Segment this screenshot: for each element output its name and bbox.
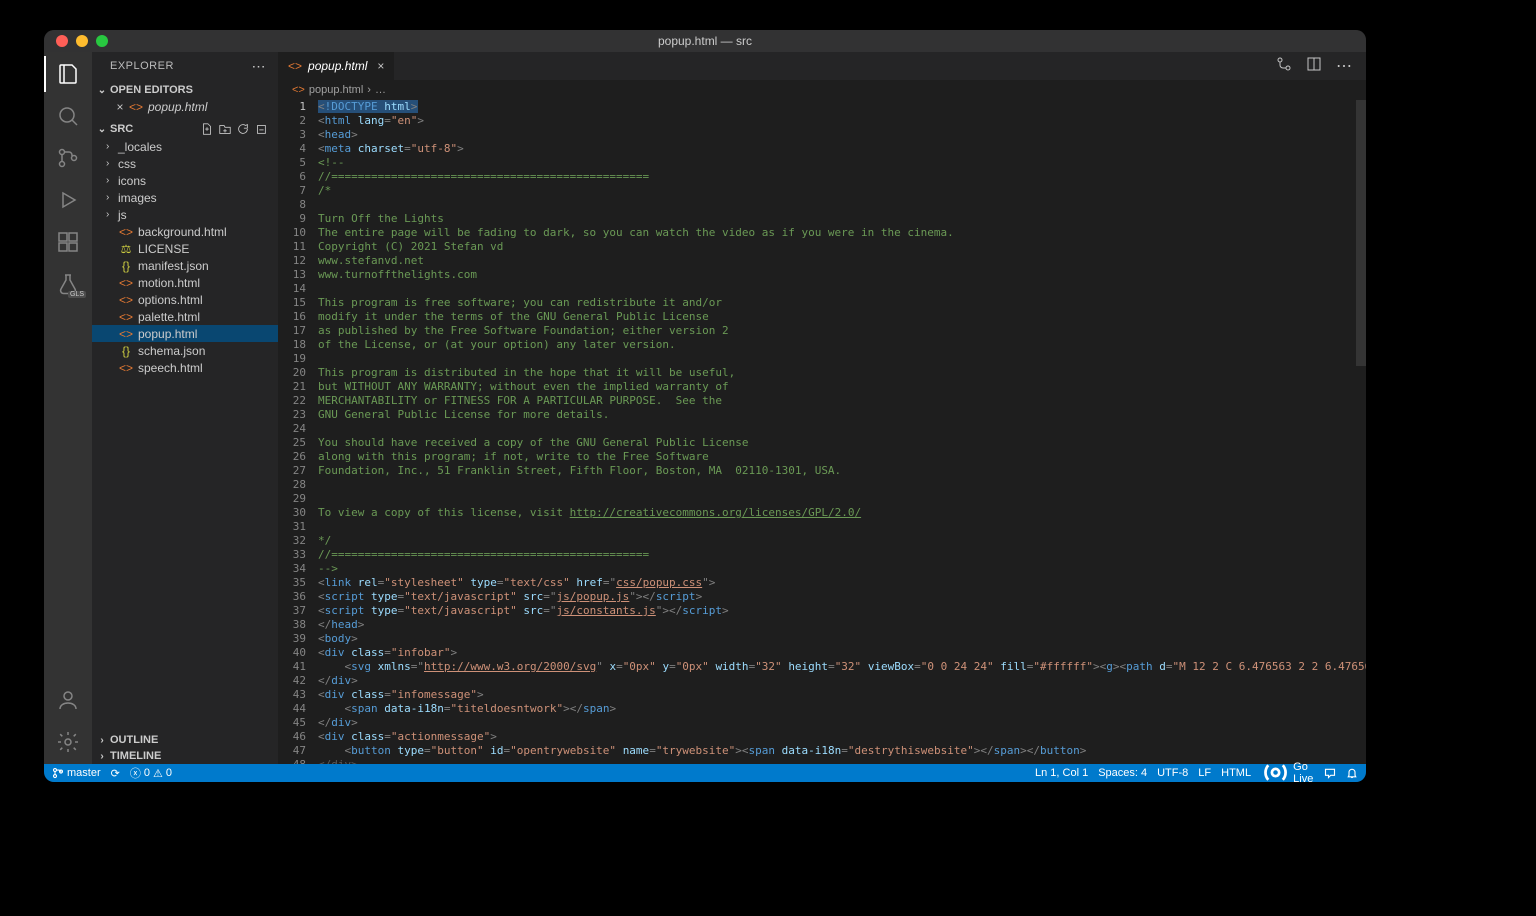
editor-area: <> popup.html × ⋯ <> popup.html › … 1234…: [278, 52, 1366, 764]
status-bar: master ⟳ ⓧ 0 ⚠ 0 Ln 1, Col 1 Spaces: 4 U…: [44, 764, 1366, 782]
bell-icon[interactable]: [1346, 767, 1358, 779]
html-file-icon: <>: [292, 84, 305, 96]
chevron-down-icon: ⌄: [96, 85, 108, 96]
close-editor-icon[interactable]: ×: [112, 100, 128, 114]
json-file-icon: {}: [118, 344, 134, 358]
tab-label: popup.html: [308, 59, 367, 73]
titlebar[interactable]: popup.html — src: [44, 30, 1366, 52]
source-control-icon[interactable]: [56, 146, 80, 170]
run-debug-icon[interactable]: [56, 188, 80, 212]
code-editor[interactable]: 1234567891011121314151617181920212223242…: [278, 100, 1366, 764]
folder-item[interactable]: ›_locales: [92, 138, 278, 155]
gitlens-icon[interactable]: [56, 310, 80, 334]
file-item[interactable]: ⚖LICENSE: [92, 240, 278, 257]
open-editors-section: ⌄ OPEN EDITORS × <> popup.html: [92, 80, 278, 118]
file-item[interactable]: <>motion.html: [92, 274, 278, 291]
explorer-more-icon[interactable]: ⋯: [252, 58, 267, 75]
refresh-icon[interactable]: [236, 122, 250, 136]
traffic-lights: [44, 35, 108, 47]
chevron-down-icon: ⌄: [96, 124, 108, 135]
close-window-icon[interactable]: [56, 35, 68, 47]
file-item[interactable]: <>palette.html: [92, 308, 278, 325]
open-editor-item[interactable]: × <> popup.html: [92, 98, 278, 116]
folder-item[interactable]: ›js: [92, 206, 278, 223]
folder-root-header[interactable]: ⌄ SRC: [92, 120, 278, 138]
explorer-title: EXPLORER: [110, 60, 174, 72]
code-lines[interactable]: <!DOCTYPE html><html lang="en"><head><me…: [318, 100, 1366, 764]
html-file-icon: <>: [118, 293, 134, 307]
chevron-right-icon: ›: [106, 175, 118, 186]
search-icon[interactable]: [56, 104, 80, 128]
more-actions-icon[interactable]: ⋯: [1336, 56, 1352, 76]
language-mode[interactable]: HTML: [1221, 767, 1251, 779]
feedback-icon[interactable]: [1324, 767, 1336, 779]
collapse-all-icon[interactable]: [254, 122, 268, 136]
chevron-right-icon: ›: [106, 209, 118, 220]
folder-section: ⌄ SRC ›_locales›css›icons›images›js<>bac…: [92, 118, 278, 378]
html-file-icon: <>: [118, 327, 134, 341]
window-title: popup.html — src: [658, 34, 752, 48]
vertical-scrollbar[interactable]: [1356, 100, 1366, 366]
explorer-icon[interactable]: [56, 62, 80, 86]
problems[interactable]: ⓧ 0 ⚠ 0: [130, 765, 172, 781]
html-file-icon: <>: [118, 361, 134, 375]
html-file-icon: <>: [118, 225, 134, 239]
file-item[interactable]: <>popup.html: [92, 325, 278, 342]
tab-actions: ⋯: [1276, 52, 1366, 80]
settings-gear-icon[interactable]: [56, 730, 80, 754]
tab-popup[interactable]: <> popup.html ×: [278, 52, 395, 80]
chevron-right-icon: ›: [106, 192, 118, 203]
file-item[interactable]: <>options.html: [92, 291, 278, 308]
new-folder-icon[interactable]: [218, 122, 232, 136]
breadcrumbs[interactable]: <> popup.html › …: [278, 80, 1366, 100]
git-branch[interactable]: master: [52, 767, 101, 779]
test-icon[interactable]: [56, 272, 80, 296]
file-item[interactable]: <>background.html: [92, 223, 278, 240]
sidebar: EXPLORER ⋯ ⌄ OPEN EDITORS × <> popup.htm…: [92, 52, 278, 764]
compare-changes-icon[interactable]: [1276, 56, 1292, 77]
chevron-right-icon: ›: [96, 751, 108, 762]
sidebar-header: EXPLORER ⋯: [92, 52, 278, 80]
html-file-icon: <>: [118, 276, 134, 290]
eol[interactable]: LF: [1198, 767, 1211, 779]
outline-header[interactable]: › OUTLINE: [92, 732, 278, 748]
main-body: EXPLORER ⋯ ⌄ OPEN EDITORS × <> popup.htm…: [44, 52, 1366, 764]
split-editor-icon[interactable]: [1306, 56, 1322, 77]
open-editors-header[interactable]: ⌄ OPEN EDITORS: [92, 82, 278, 98]
chevron-right-icon: ›: [106, 141, 118, 152]
cursor-position[interactable]: Ln 1, Col 1: [1035, 767, 1088, 779]
lic-file-icon: ⚖: [118, 242, 134, 256]
minimize-window-icon[interactable]: [76, 35, 88, 47]
editor-tabs: <> popup.html × ⋯: [278, 52, 1366, 80]
account-icon[interactable]: [56, 688, 80, 712]
timeline-header[interactable]: › TIMELINE: [92, 748, 278, 764]
encoding[interactable]: UTF-8: [1157, 767, 1188, 779]
folder-item[interactable]: ›css: [92, 155, 278, 172]
json-file-icon: {}: [118, 259, 134, 273]
folder-item[interactable]: ›images: [92, 189, 278, 206]
folder-item[interactable]: ›icons: [92, 172, 278, 189]
close-tab-icon[interactable]: ×: [377, 59, 384, 73]
sync-icon[interactable]: ⟳: [111, 767, 120, 780]
indentation[interactable]: Spaces: 4: [1098, 767, 1147, 779]
file-item[interactable]: {}manifest.json: [92, 257, 278, 274]
chevron-right-icon: ›: [106, 158, 118, 169]
file-item[interactable]: {}schema.json: [92, 342, 278, 359]
open-editor-filename: popup.html: [148, 100, 207, 114]
html-file-icon: <>: [288, 59, 302, 73]
html-file-icon: <>: [118, 310, 134, 324]
file-item[interactable]: <>speech.html: [92, 359, 278, 376]
app-window: popup.html — src EXPLORER ⋯ ⌄ OPEN EDITO…: [44, 30, 1366, 782]
maximize-window-icon[interactable]: [96, 35, 108, 47]
new-file-icon[interactable]: [200, 122, 214, 136]
activity-bar: [44, 52, 92, 764]
extensions-icon[interactable]: [56, 230, 80, 254]
file-tree: ›_locales›css›icons›images›js<>backgroun…: [92, 138, 278, 376]
html-file-icon: <>: [128, 100, 144, 114]
breadcrumb-file[interactable]: popup.html: [309, 84, 363, 96]
chevron-right-icon: ›: [96, 735, 108, 746]
line-gutter: 1234567891011121314151617181920212223242…: [278, 100, 318, 764]
